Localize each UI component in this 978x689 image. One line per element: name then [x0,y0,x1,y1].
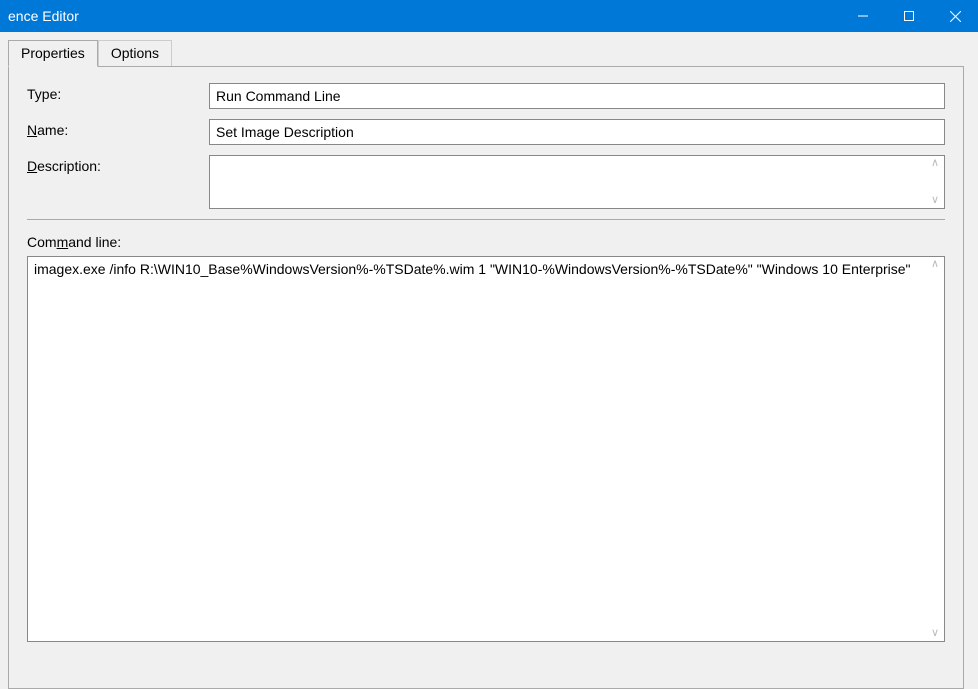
minimize-icon [858,11,868,21]
tab-properties[interactable]: Properties [8,40,98,67]
scroll-up-icon: ∧ [931,259,939,270]
tab-strip: Properties Options [8,40,964,66]
name-row: Name: [27,119,945,145]
section-divider [27,219,945,220]
window-title: ence Editor [8,8,79,24]
command-scrollbar[interactable]: ∧ ∨ [926,257,944,641]
command-line-label: Command line: [27,234,945,250]
scroll-up-icon: ∧ [931,158,939,169]
close-button[interactable] [932,0,978,32]
client-area: Properties Options Type: Name: Descripti… [0,32,978,689]
command-line-field-wrap: ∧ ∨ [27,256,945,642]
tab-options[interactable]: Options [98,40,172,66]
description-scrollbar[interactable]: ∧ ∨ [926,156,944,208]
close-icon [950,11,961,22]
description-field-wrap: ∧ ∨ [209,155,945,209]
minimize-button[interactable] [840,0,886,32]
command-line-field[interactable] [28,257,926,641]
description-label: Description: [27,155,209,174]
name-field[interactable] [209,119,945,145]
properties-panel: Type: Name: Description: ∧ ∨ Command lin… [8,66,964,689]
window-controls [840,0,978,32]
type-row: Type: [27,83,945,109]
titlebar: ence Editor [0,0,978,32]
maximize-button[interactable] [886,0,932,32]
type-label: Type: [27,83,209,102]
scroll-down-icon: ∨ [931,195,939,206]
type-field [209,83,945,109]
scroll-down-icon: ∨ [931,628,939,639]
description-row: Description: ∧ ∨ [27,155,945,209]
name-label: Name: [27,119,209,138]
maximize-icon [904,11,914,21]
description-field[interactable] [210,156,926,208]
